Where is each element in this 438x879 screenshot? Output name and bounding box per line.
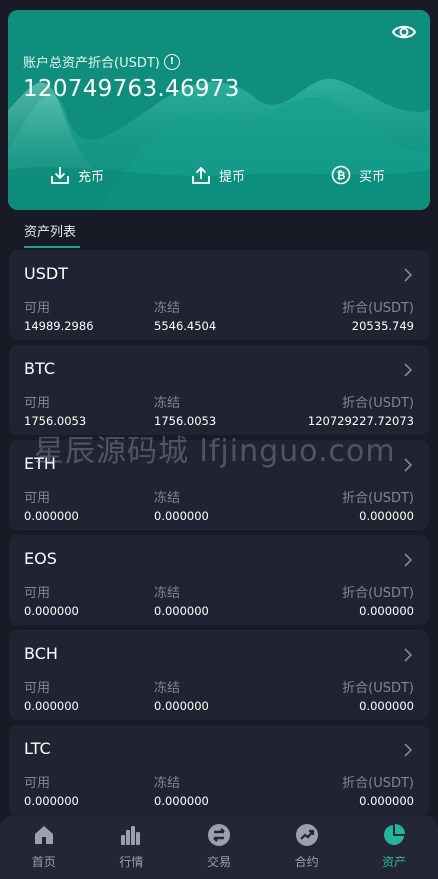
converted-value: 0.000000 xyxy=(359,604,414,618)
chevron-right-icon xyxy=(404,363,413,377)
available-value: 0.000000 xyxy=(24,794,79,808)
chevron-right-icon xyxy=(404,268,413,282)
available-value: 1756.0053 xyxy=(24,414,87,428)
total-asset-value: 120749763.46973 xyxy=(23,76,240,102)
converted-label: 折合(USDT) xyxy=(342,491,414,506)
pie-chart-icon xyxy=(384,824,406,845)
nav-market[interactable]: 行情 xyxy=(88,815,176,879)
available-label: 可用 xyxy=(24,776,51,791)
withdraw-button[interactable]: 提币 xyxy=(191,165,245,185)
withdraw-icon xyxy=(192,166,210,184)
nav-contract-label: 合约 xyxy=(294,855,319,869)
nav-home[interactable]: 首页 xyxy=(0,815,88,879)
eye-icon[interactable] xyxy=(392,22,416,42)
nav-contract[interactable]: 合约 xyxy=(263,815,351,879)
nav-trade-label: 交易 xyxy=(206,855,231,869)
frozen-value: 0.000000 xyxy=(154,699,209,713)
converted-value: 20535.749 xyxy=(351,319,414,333)
total-asset-label: 账户总资产折合(USDT) ! xyxy=(23,52,180,71)
converted-label: 折合(USDT) xyxy=(342,681,414,696)
bitcoin-icon: ₿ xyxy=(331,165,351,185)
frozen-label: 冻结 xyxy=(154,681,181,696)
chevron-right-icon xyxy=(404,458,413,472)
available-value: 0.000000 xyxy=(24,604,79,618)
asset-summary-card: 账户总资产折合(USDT) ! 120749763.46973 充币 提币 ₿ … xyxy=(8,10,430,210)
available-label: 可用 xyxy=(24,586,51,601)
tab-underline xyxy=(24,246,80,248)
asset-card-ltc[interactable]: LTC 可用 冻结 折合(USDT) 0.000000 0.000000 0.000000 xyxy=(9,725,429,815)
converted-value: 0.000000 xyxy=(359,794,414,808)
tab-asset-list[interactable]: 资产列表 xyxy=(24,221,76,240)
svg-text:₿: ₿ xyxy=(337,169,346,182)
action-bar: 充币 提币 ₿ 买币 xyxy=(8,165,430,189)
available-label: 可用 xyxy=(24,396,51,411)
bar-chart-icon xyxy=(121,826,141,845)
chevron-right-icon xyxy=(404,553,413,567)
asset-name: EOS xyxy=(24,549,57,568)
buy-coin-button[interactable]: ₿ 买币 xyxy=(331,165,385,185)
asset-card-eos[interactable]: EOS 可用 冻结 折合(USDT) 0.000000 0.000000 0.000000 xyxy=(9,535,429,625)
frozen-label: 冻结 xyxy=(154,491,181,506)
nav-home-label: 首页 xyxy=(31,855,56,869)
available-value: 0.000000 xyxy=(24,699,79,713)
deposit-button[interactable]: 充币 xyxy=(50,165,104,185)
asset-card-usdt[interactable]: USDT 可用 冻结 折合(USDT) 14989.2986 5546.4504 20535… xyxy=(9,250,429,340)
bottom-nav: 首页 行情 交易 合约 资产 xyxy=(0,815,438,879)
home-icon xyxy=(34,826,53,844)
nav-trade[interactable]: 交易 xyxy=(175,815,263,879)
converted-label: 折合(USDT) xyxy=(342,396,414,411)
converted-label: 折合(USDT) xyxy=(342,586,414,601)
nav-assets-label: 资产 xyxy=(382,855,407,869)
available-label: 可用 xyxy=(24,491,51,506)
withdraw-label: 提币 xyxy=(219,169,246,185)
asset-name: USDT xyxy=(24,264,68,283)
frozen-value: 0.000000 xyxy=(154,604,209,618)
chevron-right-icon xyxy=(404,743,413,757)
asset-card-bch[interactable]: BCH 可用 冻结 折合(USDT) 0.000000 0.000000 0.000000 xyxy=(9,630,429,720)
frozen-label: 冻结 xyxy=(154,396,181,411)
available-value: 0.000000 xyxy=(24,509,79,523)
info-icon[interactable]: ! xyxy=(163,53,180,70)
asset-name: ETH xyxy=(24,454,56,473)
frozen-value: 5546.4504 xyxy=(154,319,217,333)
deposit-icon xyxy=(51,167,69,184)
trend-up-icon xyxy=(295,824,318,846)
frozen-value: 0.000000 xyxy=(154,509,209,523)
asset-card-btc[interactable]: BTC 可用 冻结 折合(USDT) 1756.0053 1756.0053 1207292… xyxy=(9,345,429,435)
chevron-right-icon xyxy=(404,648,413,662)
exchange-icon xyxy=(207,824,230,846)
frozen-value: 0.000000 xyxy=(154,794,209,808)
buy-coin-label: 买币 xyxy=(359,169,386,185)
converted-value: 120729227.72073 xyxy=(307,414,414,428)
available-value: 14989.2986 xyxy=(24,319,94,333)
available-label: 可用 xyxy=(24,681,51,696)
converted-value: 0.000000 xyxy=(359,699,414,713)
frozen-label: 冻结 xyxy=(154,586,181,601)
converted-value: 0.000000 xyxy=(359,509,414,523)
total-asset-label-text: 账户总资产折合(USDT) xyxy=(23,56,160,71)
converted-label: 折合(USDT) xyxy=(342,301,414,316)
frozen-value: 1756.0053 xyxy=(154,414,217,428)
deposit-label: 充币 xyxy=(78,169,105,185)
frozen-label: 冻结 xyxy=(154,776,181,791)
asset-name: LTC xyxy=(24,739,51,758)
converted-label: 折合(USDT) xyxy=(342,776,414,791)
nav-assets[interactable]: 资产 xyxy=(350,815,438,879)
available-label: 可用 xyxy=(24,301,51,316)
frozen-label: 冻结 xyxy=(154,301,181,316)
asset-name: BTC xyxy=(24,359,55,378)
nav-market-label: 行情 xyxy=(119,855,144,869)
asset-card-eth[interactable]: ETH 可用 冻结 折合(USDT) 0.000000 0.000000 0.000000 xyxy=(9,440,429,530)
asset-name: BCH xyxy=(24,644,58,663)
